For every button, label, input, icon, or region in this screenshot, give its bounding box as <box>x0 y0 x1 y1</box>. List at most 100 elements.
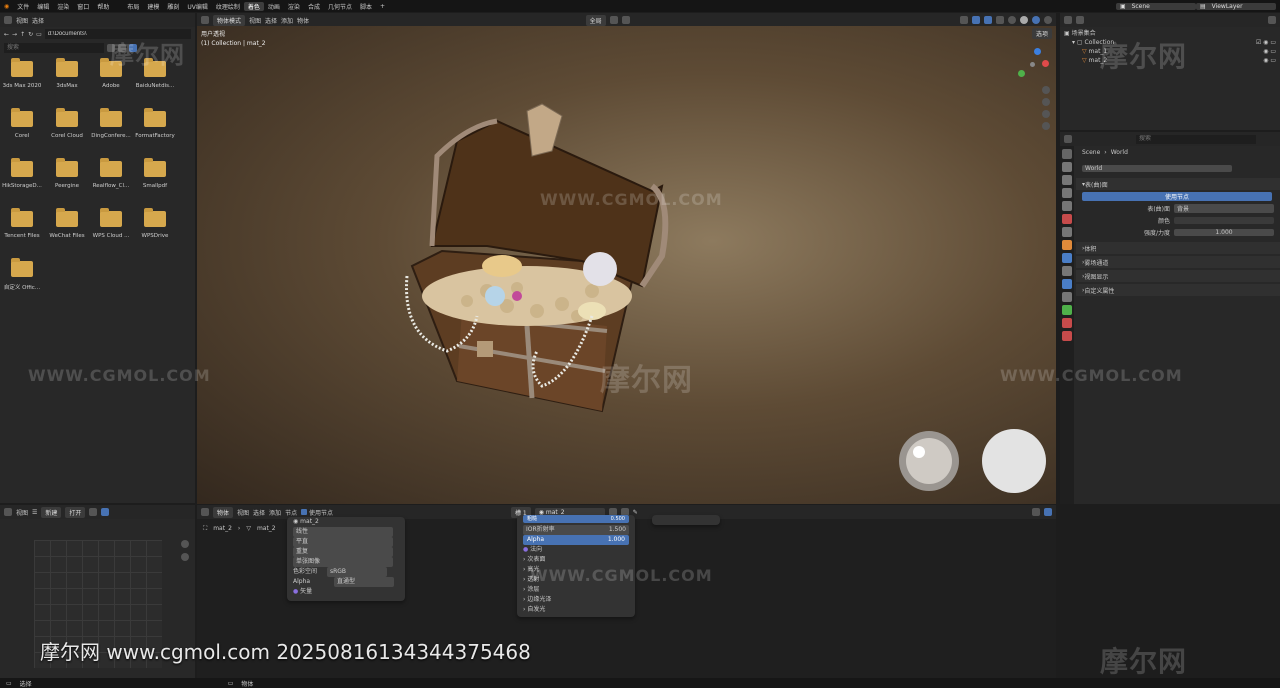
colorspace-dropdown[interactable]: sRGB <box>326 567 387 577</box>
viewlayer-selector[interactable]: ▤ ViewLayer <box>1196 2 1276 10</box>
use-nodes-button[interactable]: 使用节点 <box>1082 191 1272 201</box>
custom-props-panel-header[interactable]: › 自定义属性 <box>1076 284 1280 296</box>
new-folder-icon[interactable]: ▭ <box>36 31 42 38</box>
subsurface-section[interactable]: › 次表面 <box>517 555 635 565</box>
refresh-icon[interactable]: ↻ <box>28 31 33 38</box>
folder-item[interactable]: HikStorageD... <box>0 155 44 199</box>
editor-type-icon[interactable] <box>4 16 12 24</box>
folder-item[interactable]: 3dsMax <box>45 55 89 99</box>
surface-value[interactable]: 背景 <box>1174 203 1274 213</box>
parent-dir-icon[interactable]: ↑ <box>20 31 25 38</box>
gizmo-icon[interactable] <box>972 16 980 24</box>
treasure-chest-model[interactable] <box>197 26 1056 504</box>
breadcrumb-scene[interactable]: Scene <box>1082 149 1100 156</box>
add-workspace-button[interactable]: + <box>376 3 389 10</box>
menu-render[interactable]: 渲染 <box>53 2 73 11</box>
overlay-icon[interactable] <box>1044 508 1052 516</box>
output-icon[interactable] <box>1062 175 1072 185</box>
vp-menu-object[interactable]: 物体 <box>297 16 309 25</box>
scene-selector[interactable]: ▣ Scene <box>1116 2 1196 10</box>
proportional-edit-icon[interactable] <box>621 16 630 24</box>
zoom-icon[interactable] <box>181 540 189 548</box>
shading-wireframe-icon[interactable] <box>1008 16 1016 24</box>
tab-rendering[interactable]: 渲染 <box>284 2 304 11</box>
world-icon[interactable] <box>1062 214 1072 224</box>
tab-layout[interactable]: 布局 <box>123 2 143 11</box>
folder-item[interactable]: Smallpdf <box>133 155 177 199</box>
tab-geometry-nodes[interactable]: 几何节点 <box>324 2 356 11</box>
editor-type-icon[interactable] <box>4 508 12 516</box>
pan-hand-icon[interactable] <box>1042 98 1050 106</box>
new-image-button[interactable]: 新建 <box>41 506 62 518</box>
extension-dropdown[interactable]: 重复 <box>293 547 393 557</box>
folder-item[interactable]: WPS Cloud ... <box>89 205 133 249</box>
ie-menu-view[interactable]: 视图 <box>16 508 28 517</box>
modifier-icon[interactable] <box>1062 253 1072 263</box>
shading-material-icon[interactable] <box>1032 16 1040 24</box>
tab-animation[interactable]: 动画 <box>264 2 284 11</box>
folder-item[interactable]: 自定义 Offic... <box>0 255 44 299</box>
mode-selector[interactable]: 物体模式 <box>213 14 246 26</box>
ne-menu-add[interactable]: 添加 <box>269 508 281 517</box>
object-type-selector[interactable]: 物体 <box>213 506 234 518</box>
back-arrow-icon[interactable]: ← <box>4 31 9 38</box>
emission-section[interactable]: › 自发光 <box>517 605 635 615</box>
output-node-stub[interactable] <box>652 515 720 525</box>
world-name-field[interactable]: World <box>1082 164 1232 172</box>
overlay-icon[interactable] <box>984 16 992 24</box>
tab-modeling[interactable]: 建模 <box>143 2 163 11</box>
shading-rendered-icon[interactable] <box>1044 16 1052 24</box>
3d-viewport[interactable]: 用户透视 (1) Collection | mat_2 选项 <box>197 26 1056 504</box>
shading-solid-icon[interactable] <box>1020 16 1028 24</box>
material-icon[interactable] <box>1062 318 1072 328</box>
pan-hand-icon[interactable] <box>181 553 189 561</box>
source-dropdown[interactable]: 单张图像 <box>293 557 393 567</box>
fb-menu-select[interactable]: 选择 <box>32 16 44 25</box>
editor-type-icon[interactable] <box>1064 16 1072 24</box>
folder-item[interactable]: FormatFactory <box>133 105 177 149</box>
use-nodes-checkbox[interactable]: 使用节点 <box>301 508 333 517</box>
sheen-section[interactable]: › 边缘光泽 <box>517 595 635 605</box>
color-swatch[interactable] <box>1174 216 1274 224</box>
menu-help[interactable]: 帮助 <box>93 2 113 11</box>
folder-item[interactable]: Corel Cloud <box>45 105 89 149</box>
scene-icon[interactable] <box>1062 201 1072 211</box>
snap-icon[interactable] <box>609 16 618 24</box>
blender-logo-icon[interactable]: ◉ <box>0 3 13 10</box>
collection-icon[interactable] <box>1062 227 1072 237</box>
folder-item[interactable]: WPSDrive <box>133 205 177 249</box>
strength-field[interactable]: 1.000 <box>1174 228 1274 236</box>
tab-uv[interactable]: UV编辑 <box>183 2 212 11</box>
tab-scripting[interactable]: 脚本 <box>356 2 376 11</box>
editor-type-icon[interactable] <box>201 508 209 516</box>
menu-edit[interactable]: 编辑 <box>33 2 53 11</box>
folder-item[interactable]: DingConfere... <box>89 105 133 149</box>
mist-panel-header[interactable]: › 雾场通道 <box>1076 256 1280 268</box>
camera-icon[interactable] <box>1042 110 1050 118</box>
object-icon[interactable] <box>1062 240 1072 250</box>
physics-icon[interactable] <box>1062 279 1072 289</box>
folder-item[interactable]: Corel <box>0 105 44 149</box>
menu-icon[interactable]: ☰ <box>32 509 37 516</box>
viewport-display-panel-header[interactable]: › 视图显示 <box>1076 270 1280 282</box>
vp-menu-select[interactable]: 选择 <box>265 16 277 25</box>
ne-menu-select[interactable]: 选择 <box>253 508 265 517</box>
vp-menu-view[interactable]: 视图 <box>249 16 261 25</box>
tab-compositing[interactable]: 合成 <box>304 2 324 11</box>
tab-sculpt[interactable]: 雕刻 <box>163 2 183 11</box>
ior-field[interactable]: IOR折射率 1.500 <box>523 525 629 535</box>
open-image-button[interactable]: 打开 <box>65 506 86 518</box>
folder-item[interactable]: Peergine <box>45 155 89 199</box>
vp-menu-add[interactable]: 添加 <box>281 16 293 25</box>
transform-orientation[interactable]: 全局 <box>585 14 606 26</box>
navigation-gizmo[interactable] <box>1016 48 1050 82</box>
ne-menu-node[interactable]: 节点 <box>285 508 297 517</box>
alpha-field[interactable]: Alpha 1.000 <box>523 535 629 545</box>
tab-shading[interactable]: 着色 <box>243 1 264 11</box>
view-icon[interactable] <box>101 508 110 516</box>
view-layer-icon[interactable] <box>1062 188 1072 198</box>
visibility-icon[interactable] <box>960 16 968 24</box>
forward-arrow-icon[interactable]: → <box>12 31 17 38</box>
interpolation-dropdown[interactable]: 线性 <box>293 527 393 537</box>
pin-icon[interactable] <box>89 508 98 516</box>
